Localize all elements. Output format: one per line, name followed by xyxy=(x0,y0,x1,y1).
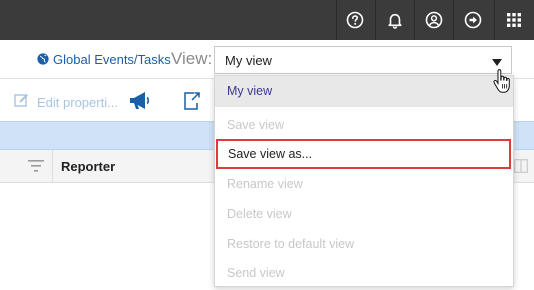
megaphone-icon[interactable] xyxy=(128,91,152,111)
edit-icon xyxy=(14,94,28,107)
view-header-row: Global Events/Tasks View: My view xyxy=(0,40,534,79)
menu-item-delete-view: Delete view xyxy=(227,207,292,221)
menu-item-save-view-as[interactable]: Save view as... xyxy=(216,139,511,169)
columns-icon[interactable] xyxy=(514,159,528,173)
separator xyxy=(375,0,376,40)
view-dropdown-menu: My view Save view Save view as... Rename… xyxy=(214,75,514,287)
user-icon[interactable] xyxy=(421,7,447,33)
view-select[interactable]: My view xyxy=(214,46,512,74)
top-navigation-bar xyxy=(0,0,534,40)
caret-down-icon xyxy=(492,59,502,66)
bell-icon[interactable] xyxy=(382,7,408,33)
menu-item-my-view[interactable]: My view xyxy=(215,76,513,107)
globe-icon xyxy=(37,53,49,65)
hand-cursor-icon xyxy=(493,69,510,93)
menu-item-send-view: Send view xyxy=(227,266,285,280)
view-label: View: xyxy=(171,49,213,68)
apps-grid-icon[interactable] xyxy=(501,7,527,33)
menu-item-rename-view: Rename view xyxy=(227,177,303,191)
separator xyxy=(336,0,337,40)
separator xyxy=(414,0,415,40)
separator xyxy=(494,0,495,40)
filter-icon[interactable] xyxy=(28,160,44,172)
logout-icon[interactable] xyxy=(460,7,486,33)
edit-properties-button[interactable]: Edit properti... xyxy=(37,95,118,110)
column-separator xyxy=(52,150,53,182)
menu-item-save-view: Save view xyxy=(227,118,284,132)
breadcrumb-link[interactable]: Global Events/Tasks xyxy=(53,52,171,67)
export-icon[interactable] xyxy=(182,91,202,111)
menu-item-restore-default-view: Restore to default view xyxy=(227,237,355,251)
help-icon[interactable] xyxy=(342,7,368,33)
view-select-value: My view xyxy=(225,53,272,68)
separator xyxy=(453,0,454,40)
column-header-reporter[interactable]: Reporter xyxy=(61,159,115,174)
